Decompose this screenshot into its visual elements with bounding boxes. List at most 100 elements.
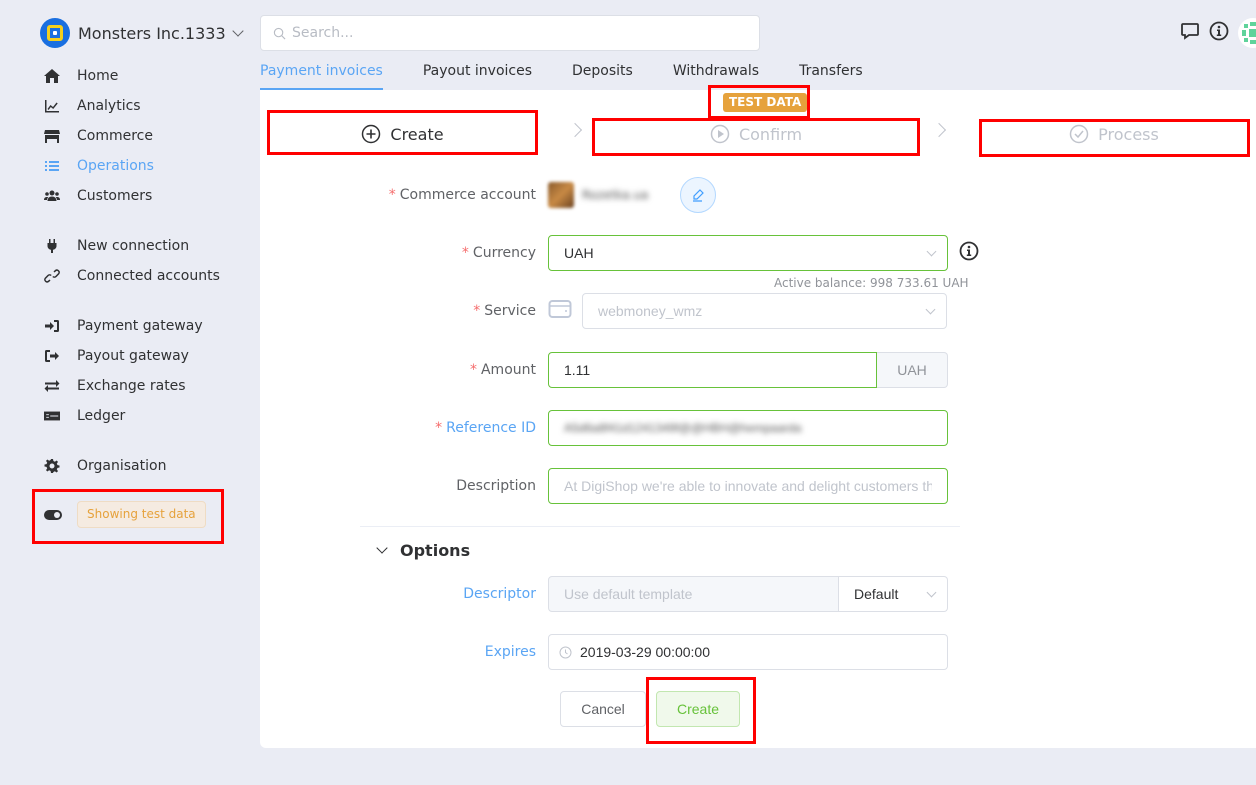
amount-value: 1.11 [564,362,591,378]
tab-withdrawals[interactable]: Withdrawals [673,60,759,90]
amount-input[interactable]: 1.11 [548,352,877,388]
test-data-toggle[interactable]: Showing test data [44,501,206,528]
sidebar-item-connected-accounts[interactable]: Connected accounts [44,261,234,291]
currency-value: UAH [564,245,594,261]
sidebar-item-new-connection[interactable]: New connection [44,231,234,261]
sidebar-nav: Home Analytics Commerce Operations Custo… [44,61,234,481]
search-input[interactable] [292,25,732,41]
sidebar-item-label: New connection [77,238,190,254]
pencil-icon [693,189,705,202]
link-icon [44,268,66,284]
chevron-down-icon [231,24,244,37]
chat-icon[interactable] [1180,21,1200,45]
sidebar-item-label: Ledger [77,408,126,424]
gear-icon [44,458,66,474]
search-box[interactable] [260,15,760,51]
chevron-down-icon [376,542,388,554]
store-icon [44,128,66,144]
sidebar-item-customers[interactable]: Customers [44,181,234,211]
currency-select[interactable]: UAH [548,235,948,271]
sidebar-item-label: Connected accounts [77,268,220,284]
edit-account-button[interactable] [680,177,717,213]
create-button[interactable]: Create [656,691,740,727]
org-switcher[interactable]: Monsters Inc.1333 [40,18,244,48]
sidebar-item-operations[interactable]: Operations [44,151,234,181]
tab-transfers[interactable]: Transfers [799,60,863,90]
options-title: Options [400,541,471,560]
description-label: Description [456,478,536,494]
sidebar-item-analytics[interactable]: Analytics [44,91,234,121]
sidebar-item-organisation[interactable]: Organisation [44,451,234,481]
currency-label: * Currency [461,245,536,261]
sidebar-item-ledger[interactable]: Ledger [44,401,234,431]
currency-row: * Currency UAH [340,235,979,271]
reference-id-value: A5d6a8f41d1241349f@@HBH@hempaarda [564,421,802,435]
sidebar-item-label: Payment gateway [77,318,203,334]
divider [360,526,960,527]
tab-deposits[interactable]: Deposits [572,60,633,90]
wallet-icon [548,299,582,323]
sidebar-item-label: Analytics [77,98,141,114]
reference-id-label: * Reference ID [435,420,536,436]
plus-circle-icon [362,124,381,144]
expires-label: Expires [484,644,536,660]
chevron-down-icon [925,304,936,315]
expires-datepicker[interactable]: 2019-03-29 00:00:00 [548,634,948,670]
operations-tabs: Payment invoices Payout invoices Deposit… [260,60,903,90]
list-icon [44,158,66,174]
reference-id-input[interactable]: A5d6a8f41d1241349f@@HBH@hempaarda [548,410,948,446]
descriptor-label: Descriptor [463,586,536,602]
description-row: Description [340,468,948,504]
sidebar-item-label: Operations [77,158,154,174]
home-icon [44,68,66,84]
sidebar-item-label: Payout gateway [77,348,189,364]
currency-info-icon[interactable] [959,241,979,265]
info-icon[interactable] [1209,21,1229,45]
tab-payment-invoices[interactable]: Payment invoices [260,60,383,90]
org-logo [40,18,70,48]
play-circle-icon [710,124,730,144]
sidebar-item-home[interactable]: Home [44,61,234,91]
step-confirm: Confirm [596,120,916,148]
sign-in-icon [44,318,66,334]
sidebar-item-label: Customers [77,188,153,204]
active-balance-hint: Active balance: 998 733.61 UAH [774,276,969,290]
descriptor-input[interactable]: Use default template [548,576,839,612]
amount-label: * Amount [469,362,536,378]
users-icon [44,188,66,204]
analytics-icon [44,98,66,114]
toggle-icon[interactable] [44,509,62,520]
step-label: Create [390,124,444,144]
ledger-icon [44,408,66,424]
descriptor-select[interactable]: Default [839,576,948,612]
sidebar-item-label: Home [77,68,119,84]
test-data-tag: Showing test data [77,501,206,528]
cancel-button[interactable]: Cancel [560,691,646,727]
service-select[interactable]: webmoney_wmz [582,293,947,329]
step-create: Create [270,120,535,148]
expires-value: 2019-03-29 00:00:00 [580,644,710,660]
sign-out-icon [44,348,66,364]
org-name: Monsters Inc.1333 [78,23,226,43]
sidebar-item-commerce[interactable]: Commerce [44,121,234,151]
sidebar-item-payment-gateway[interactable]: Payment gateway [44,311,234,341]
description-input[interactable] [564,478,932,494]
step-label: Confirm [738,124,803,144]
options-toggle[interactable]: Options [376,541,470,560]
step-label: Process [1098,124,1159,144]
expires-row: Expires 2019-03-29 00:00:00 [340,634,948,670]
sidebar-item-label: Commerce [77,128,153,144]
sidebar-item-exchange-rates[interactable]: Exchange rates [44,371,234,401]
service-label: * Service [473,303,536,319]
amount-currency-suffix: UAH [877,352,948,388]
user-avatar[interactable] [1238,18,1256,48]
commerce-account-label: * Commerce account [388,187,536,203]
clock-icon [559,646,572,658]
sidebar-item-payout-gateway[interactable]: Payout gateway [44,341,234,371]
service-row: * Service webmoney_wmz [340,293,947,329]
tab-payout-invoices[interactable]: Payout invoices [423,60,532,90]
sidebar-item-label: Exchange rates [77,378,186,394]
chevron-down-icon [926,246,937,257]
description-field[interactable] [548,468,948,504]
search-icon [273,27,286,39]
